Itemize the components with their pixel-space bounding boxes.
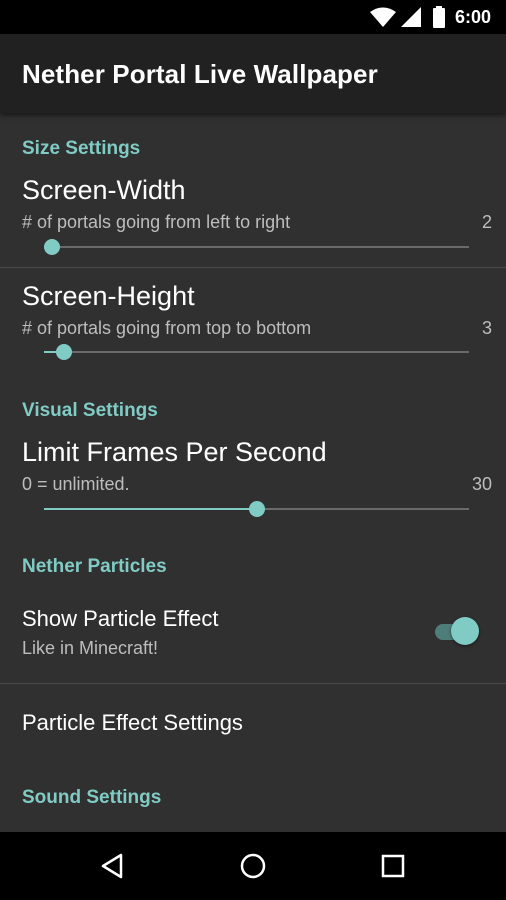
slider-thumb[interactable]: [56, 344, 73, 360]
navigation-bar: [0, 832, 506, 900]
pref-screen-height-title: Screen-Height: [22, 281, 195, 311]
pref-screen-width-value: 2: [481, 212, 492, 232]
category-sound-settings: Sound Settings: [22, 787, 162, 808]
fps-slider[interactable]: [44, 498, 469, 520]
pref-fps-value: 30: [471, 474, 492, 494]
divider: [0, 267, 506, 268]
pref-screen-width-title: Screen-Width: [22, 175, 186, 205]
pref-particle-settings-title: Particle Effect Settings: [22, 710, 243, 735]
recents-icon[interactable]: [379, 852, 407, 880]
cell-signal-icon: [401, 7, 421, 27]
show-particles-switch[interactable]: [433, 616, 481, 646]
screen-width-slider[interactable]: [44, 236, 469, 258]
battery-icon: [433, 6, 445, 28]
pref-screen-height-value: 3: [481, 318, 492, 338]
divider: [0, 683, 506, 684]
pref-screen-height-summary: # of portals going from top to bottom: [22, 318, 312, 338]
home-icon[interactable]: [239, 852, 267, 880]
back-icon[interactable]: [99, 852, 127, 880]
category-visual-settings: Visual Settings: [22, 400, 158, 421]
category-nether-particles: Nether Particles: [22, 556, 167, 577]
slider-track: [44, 351, 469, 353]
page-title: Nether Portal Live Wallpaper: [22, 59, 378, 89]
slider-thumb[interactable]: [248, 501, 265, 517]
settings-screen: 6:00 Nether Portal Live Wallpaper Size S…: [0, 0, 506, 900]
pref-show-particles-title: Show Particle Effect: [22, 606, 219, 631]
app-bar: Nether Portal Live Wallpaper: [0, 34, 506, 113]
pref-show-particles-summary: Like in Minecraft!: [22, 638, 159, 658]
slider-track: [44, 246, 469, 248]
status-time: 6:00: [455, 7, 492, 27]
slider-fill: [44, 508, 257, 510]
pref-fps-title: Limit Frames Per Second: [22, 437, 327, 467]
screen-height-slider[interactable]: [44, 341, 469, 363]
category-size-settings: Size Settings: [22, 138, 141, 159]
slider-thumb[interactable]: [44, 239, 60, 255]
pref-screen-width-summary: # of portals going from left to right: [22, 212, 291, 232]
wifi-icon: [370, 7, 396, 27]
pref-fps-summary: 0 = unlimited.: [22, 474, 130, 494]
status-bar: 6:00: [0, 0, 506, 34]
switch-thumb: [451, 617, 479, 645]
